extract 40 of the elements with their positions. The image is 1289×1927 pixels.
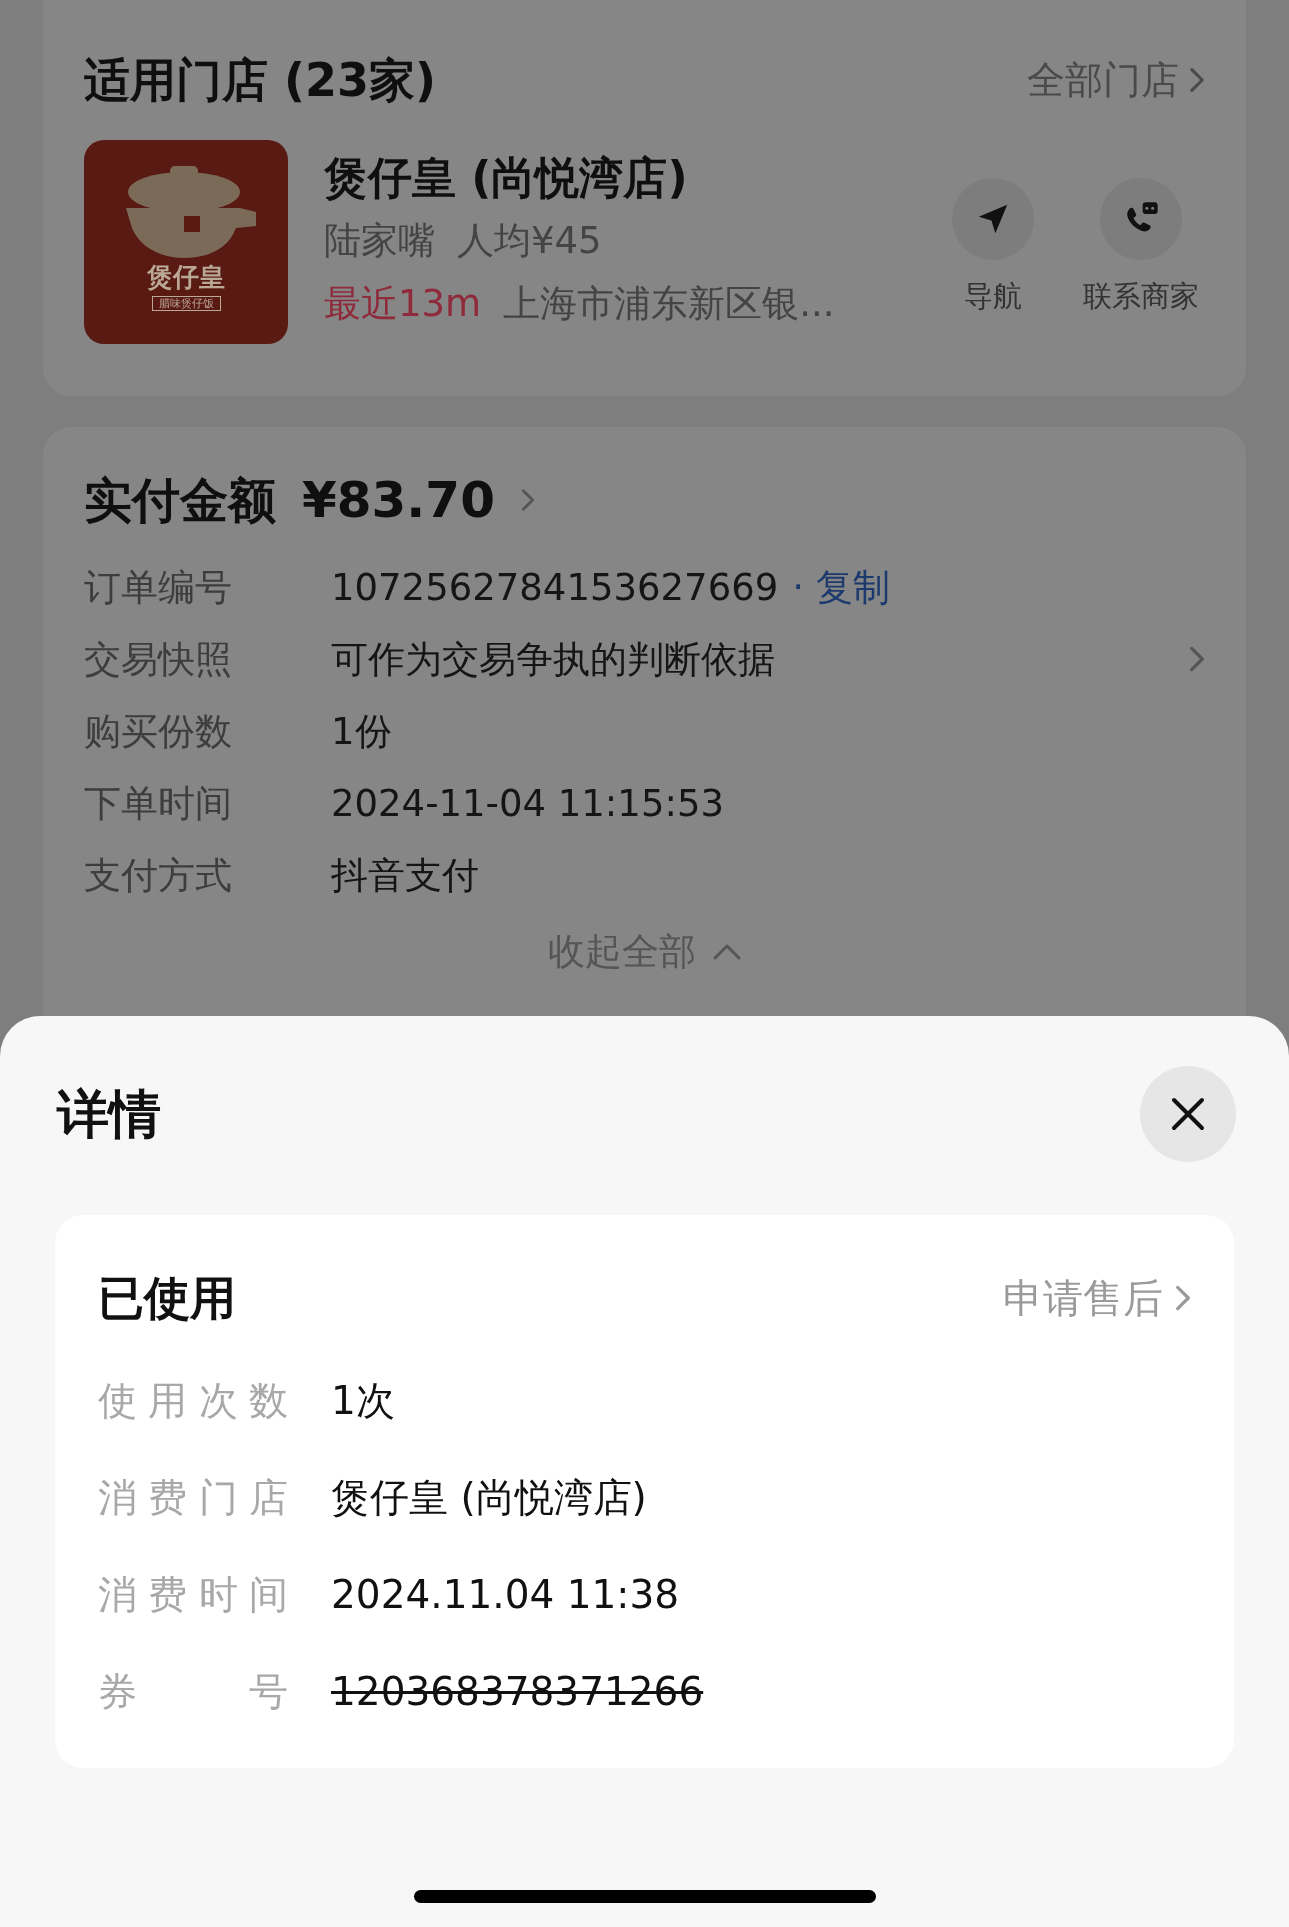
store-distance: 最近13m [324,285,482,322]
usage-status: 已使用 [98,1275,236,1321]
field-label: 订单编号 [84,568,233,606]
store-name: 煲仔皇 (尚悦湾店) [324,151,689,205]
field-value: 1份 [331,712,392,750]
average-price: 人均¥45 [457,222,602,259]
logo-tagline: 腊味煲仔饭 [151,296,221,311]
field-label: 使用次数 [98,1381,288,1420]
field-label: 券号 [98,1672,288,1711]
logo-text: 煲仔皇 [147,264,225,290]
chevron-icon [1189,67,1205,93]
field-value: 1次 [331,1381,395,1420]
field-label: 消费门店 [98,1478,288,1517]
field-value: 2024-11-04 11:15:53 [331,784,724,822]
field-value: 煲仔皇 (尚悦湾店) [331,1478,647,1517]
all-stores-link[interactable]: 全部门店 [1027,61,1205,99]
field-label: 交易快照 [84,640,233,678]
chevron-icon [1175,1284,1191,1312]
store-action-button[interactable]: 联系商家 [1081,178,1201,311]
field-value: 1072562784153627669 [331,568,779,606]
field-value: 2024.11.04 11:38 [331,1575,680,1614]
sheet-title: 详情 [57,1088,161,1140]
paid-amount: ¥83.70 [302,475,495,525]
field-label: 购买份数 [84,712,233,750]
field-value: 可作为交易争执的判断依据 [331,640,775,678]
after-sale-link[interactable]: 申请售后 [1003,1278,1191,1318]
section-title: 实付金额 [84,476,276,524]
store-action-button[interactable]: 导航 [933,178,1053,311]
store-address: 上海市浦东新区银... [503,285,835,322]
store-area: 陆家嘴 [324,222,435,259]
chevron-icon [520,487,535,513]
copy-link[interactable]: · 复制 [792,568,890,606]
close-icon [1171,1097,1205,1131]
field-value: 抖音支付 [331,856,479,894]
field-label: 支付方式 [84,856,233,894]
field-label: 消费时间 [98,1575,288,1614]
section-title: 适用门店 (23家) [84,57,437,103]
field-value: 120368378371266 [331,1672,704,1711]
chevron-up-icon [711,942,742,961]
field-label: 下单时间 [84,784,233,822]
